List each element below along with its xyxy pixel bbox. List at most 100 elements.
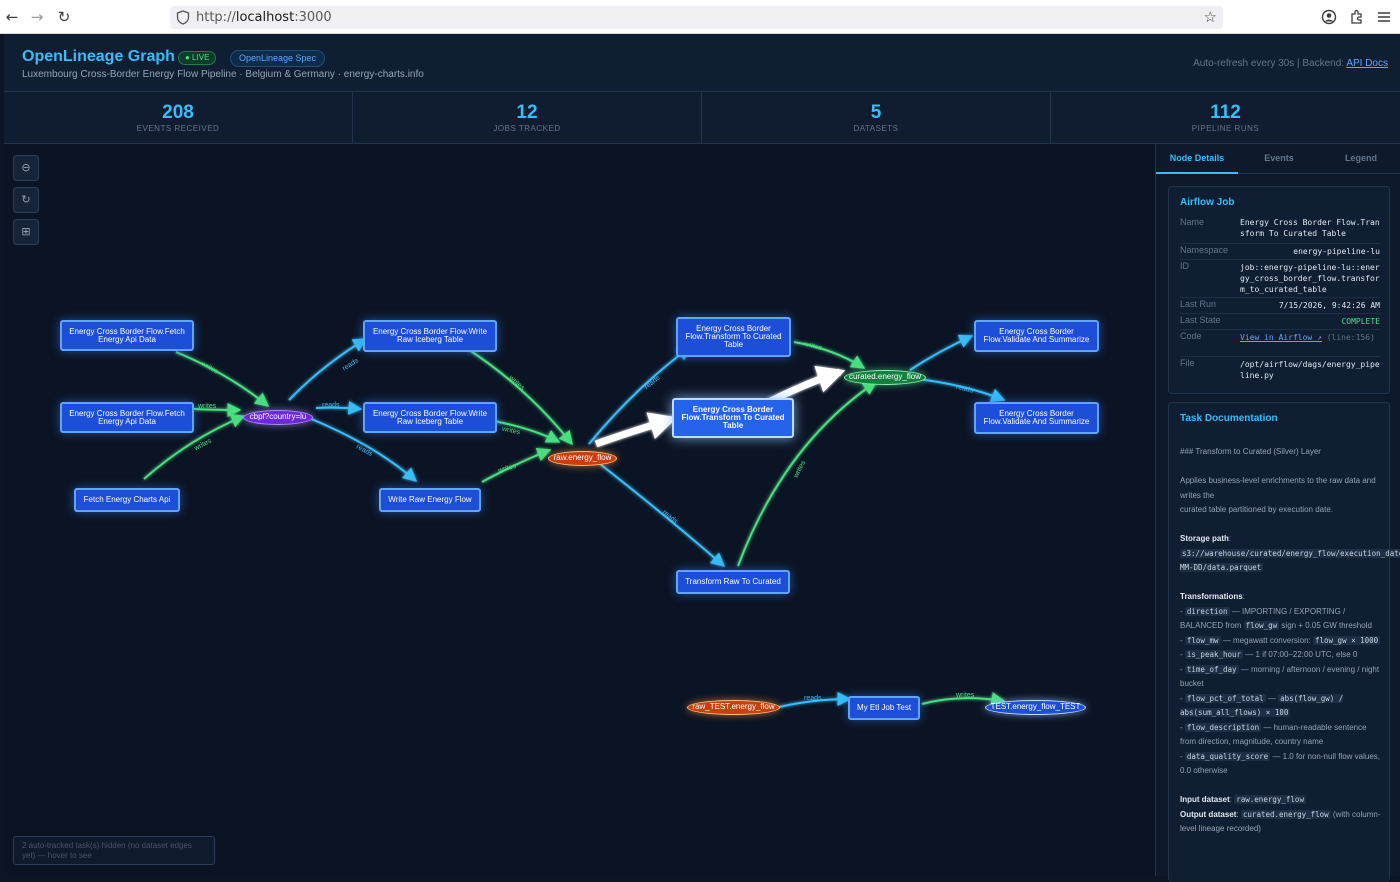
card-title: Task Documentation — [1180, 413, 1278, 424]
reload-icon[interactable]: ↻ — [55, 8, 73, 26]
page-title: OpenLineage Graph — [22, 48, 175, 65]
transformation-item: - flow_description — human-readable sent… — [1180, 722, 1367, 746]
forward-icon[interactable]: → — [28, 8, 46, 26]
edge-label-writes: writes — [197, 403, 217, 410]
edge-label-writes: writes — [199, 360, 220, 376]
detail-row-namespace: Namespace energy-pipeline-lu — [1180, 244, 1380, 260]
spec-badge[interactable]: OpenLineage Spec — [230, 50, 326, 67]
stat-datasets: 5 DATASETS — [702, 92, 1051, 144]
storage-label: Storage path — [1180, 534, 1229, 543]
dataset-node-raw-test[interactable]: raw_TEST.energy_flow — [687, 700, 780, 715]
extensions-icon[interactable] — [1348, 8, 1366, 26]
job-node-write-raw-energy-flow[interactable]: Write Raw Energy Flow — [379, 488, 481, 512]
transformation-item: - data_quality_score — 1.0 for non-null … — [1180, 751, 1381, 775]
row-label: Code — [1180, 331, 1202, 341]
detail-row-id: ID job::energy-pipeline-lu::energy_cross… — [1180, 260, 1380, 298]
doc-body: ### Transform to Curated (Silver) Layer … — [1180, 445, 1400, 837]
edge-label-writes: writes — [507, 374, 526, 392]
live-badge: ● LIVE — [178, 51, 217, 65]
edge-label-reads: reads — [322, 402, 340, 409]
bookmark-star-icon[interactable]: ☆ — [1204, 8, 1217, 26]
stat-label: EVENTS RECEIVED — [136, 124, 220, 133]
row-label: Name — [1180, 217, 1205, 227]
row-value: 7/15/2026, 9:42:26 AM — [1278, 301, 1380, 310]
stat-label: PIPELINE RUNS — [1191, 124, 1260, 133]
edge-cbpf-write1 — [288, 338, 368, 401]
job-node-write-raw-iceberg[interactable]: Energy Cross Border Flow.Write Raw Icebe… — [363, 320, 497, 352]
job-node-fetch-energy-charts-api[interactable]: Fetch Energy Charts Api — [74, 488, 180, 512]
job-node-validate-and-summarize[interactable]: Energy Cross Border Flow.Validate And Su… — [974, 320, 1099, 352]
fit-view-button[interactable]: ⊞ — [13, 219, 39, 245]
edge-fetch1-cbpf — [175, 351, 270, 407]
lineage-graph-canvas[interactable]: writes writes writes reads reads reads w… — [4, 144, 1155, 876]
job-node-fetch-api-data[interactable]: Energy Cross Border Flow.Fetch Energy Ap… — [60, 320, 194, 351]
doc-intro: curated table partitioned by execution d… — [1180, 505, 1333, 514]
detail-row-name: Name Energy Cross Border Flow.Transform … — [1180, 217, 1380, 244]
api-docs-link[interactable]: API Docs — [1346, 58, 1388, 69]
edge-label-reads: reads — [341, 357, 360, 372]
job-node-transform-to-curated[interactable]: Energy Cross Border Flow.Transform To Cu… — [676, 317, 791, 357]
transformation-item: - flow_pct_of_total — abs(flow_gw) / abs… — [1180, 693, 1344, 717]
app: OpenLineage Graph ● LIVE OpenLineage Spe… — [4, 34, 1400, 882]
edge-curated-validate1 — [909, 334, 974, 371]
code-line: (line:156) — [1326, 333, 1375, 342]
stats-bar: 208 EVENTS RECEIVED 12 JOBS TRACKED 5 DA… — [4, 92, 1400, 144]
back-icon[interactable]: ← — [3, 8, 21, 26]
account-icon[interactable] — [1320, 8, 1338, 26]
url-text: http://localhost:3000 — [196, 10, 332, 25]
edge-label-writes: writes — [802, 340, 823, 352]
shield-icon — [176, 10, 190, 25]
row-label: Last State — [1180, 315, 1221, 325]
edge-label-writes: writes — [792, 459, 807, 480]
browser-toolbar: ← → ↻ http://localhost:3000 ☆ — [0, 0, 1400, 34]
tab-legend[interactable]: Legend — [1320, 144, 1400, 174]
dataset-node-cbpf[interactable]: cbpf?country=lu — [243, 410, 313, 425]
edge-writeraw-raw — [481, 448, 552, 483]
row-label: Namespace — [1180, 245, 1229, 255]
transformation-item: - is_peak_hour — 1 if 07:00–22:00 UTC, e… — [1180, 650, 1358, 659]
doc-input-dataset: Input dataset: raw.energy_flow — [1180, 795, 1306, 804]
job-node-fetch-api-data-2[interactable]: Energy Cross Border Flow.Fetch Energy Ap… — [60, 402, 194, 433]
stat-events: 208 EVENTS RECEIVED — [4, 92, 353, 144]
tab-events[interactable]: Events — [1238, 144, 1320, 174]
refresh-text: Auto-refresh every 30s | Backend: — [1193, 58, 1345, 69]
dataset-node-test[interactable]: TEST.energy_flow_TEST — [985, 700, 1086, 715]
row-value: /opt/airflow/dags/energy_pipeline.py — [1240, 360, 1380, 380]
job-node-validate-and-summarize-2[interactable]: Energy Cross Border Flow.Validate And Su… — [974, 402, 1099, 434]
edge-label-writes: writes — [955, 692, 975, 699]
panel-tabs: Node Details Events Legend — [1156, 144, 1400, 174]
row-label: Last Run — [1180, 299, 1217, 309]
edge-label-writes: writes — [496, 463, 517, 475]
doc-output-dataset: Output dataset: curated.energy_flow (wit… — [1180, 809, 1381, 833]
doc-storage: Storage path: s3://warehouse/curated/ene… — [1180, 532, 1400, 576]
card-title: Airflow Job — [1180, 197, 1235, 208]
row-label: ID — [1180, 261, 1189, 271]
job-node-write-raw-iceberg-2[interactable]: Energy Cross Border Flow.Write Raw Icebe… — [363, 402, 497, 433]
zoom-out-button[interactable]: ⊖ — [13, 155, 39, 181]
dataset-node-curated-energy-flow[interactable]: curated.energy_flow — [844, 370, 926, 385]
job-details-card: Airflow Job Name Energy Cross Border Flo… — [1168, 186, 1390, 394]
job-node-transform-raw-to-curated[interactable]: Transform Raw To Curated — [676, 570, 790, 594]
menu-icon[interactable] — [1375, 8, 1393, 26]
job-node-transform-to-curated-selected[interactable]: Energy Cross Border Flow.Transform To Cu… — [672, 398, 794, 438]
address-bar[interactable]: http://localhost:3000 ☆ — [170, 6, 1223, 29]
stat-value: 112 — [1210, 102, 1241, 123]
task-documentation-card: Task Documentation ### Transform to Cura… — [1168, 402, 1400, 882]
row-value: View in Airflow ↗ (line:156) — [1240, 332, 1380, 343]
app-header: OpenLineage Graph ● LIVE OpenLineage Spe… — [4, 34, 1400, 92]
detail-row-file: File /opt/airflow/dags/energy_pipeline.p… — [1180, 357, 1380, 383]
view-in-airflow-link[interactable]: View in Airflow ↗ — [1240, 333, 1322, 342]
hidden-tasks-note[interactable]: 2 auto-tracked task(s) hidden (no datase… — [13, 836, 215, 865]
stat-value: 208 — [162, 102, 194, 123]
job-node-my-etl-job-test[interactable]: My Etl Job Test — [848, 696, 920, 720]
tab-node-details[interactable]: Node Details — [1156, 144, 1238, 174]
edge-label-writes: writes — [797, 379, 818, 392]
doc-transformations: Transformations: — [1180, 592, 1245, 601]
details-panel: Node Details Events Legend Airflow Job N… — [1155, 144, 1400, 882]
storage-value: s3://warehouse/curated/energy_flow/execu… — [1180, 548, 1400, 572]
row-value: energy-pipeline-lu — [1293, 247, 1380, 256]
dataset-node-raw-energy-flow[interactable]: raw.energy_flow — [548, 451, 617, 466]
refresh-info: Auto-refresh every 30s | Backend: API Do… — [1193, 58, 1388, 69]
transformation-item: - time_of_day — morning / afternoon / ev… — [1180, 664, 1380, 688]
reset-view-button[interactable]: ↻ — [13, 187, 39, 213]
